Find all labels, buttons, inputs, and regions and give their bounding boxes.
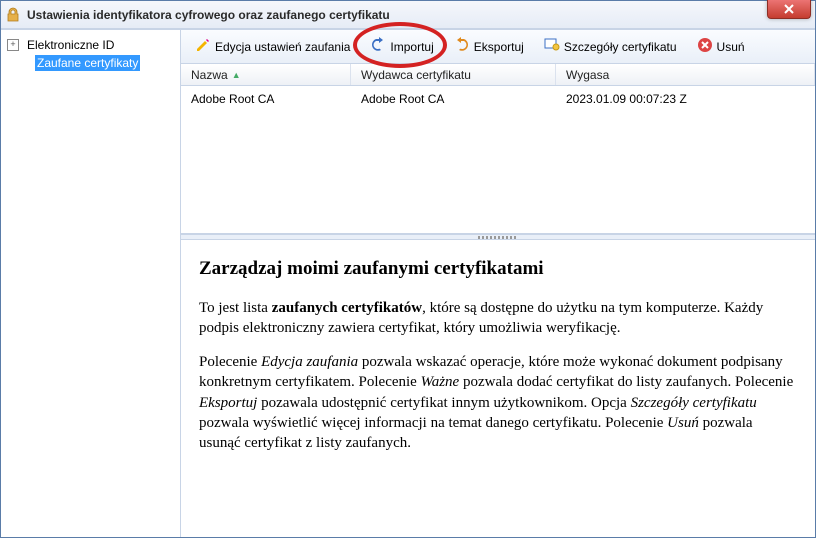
delete-label: Usuń xyxy=(717,40,745,54)
expand-icon[interactable]: + xyxy=(7,39,19,51)
details-button[interactable]: Szczegóły certyfikatu xyxy=(536,33,685,60)
certificate-icon xyxy=(544,37,560,56)
window-title: Ustawienia identyfikatora cyfrowego oraz… xyxy=(27,8,390,22)
detail-p1: To jest lista zaufanych certyfikatów, kt… xyxy=(199,298,797,339)
col-issuer-label: Wydawca certyfikatu xyxy=(361,68,471,82)
sort-asc-icon: ▲ xyxy=(232,70,241,80)
table-header: Nazwa ▲ Wydawca certyfikatu Wygasa xyxy=(181,64,815,86)
pencil-icon xyxy=(195,37,211,56)
main-panel: Edycja ustawień zaufania Importuj Ekspor… xyxy=(181,30,815,537)
edit-trust-label: Edycja ustawień zaufania xyxy=(215,40,350,54)
tree-child-label: Zaufane certyfikaty xyxy=(35,55,140,71)
detail-pane: Zarządzaj moimi zaufanymi certyfikatami … xyxy=(181,240,815,537)
detail-p2: Polecenie Edycja zaufania pozwala wskaza… xyxy=(199,352,797,453)
tree-child[interactable]: Zaufane certyfikaty xyxy=(35,56,174,70)
grip-icon xyxy=(478,236,518,239)
details-label: Szczegóły certyfikatu xyxy=(564,40,677,54)
close-button[interactable] xyxy=(767,0,811,19)
import-arrow-icon xyxy=(370,37,386,56)
delete-button[interactable]: Usuń xyxy=(689,33,753,60)
export-button[interactable]: Eksportuj xyxy=(446,33,532,60)
export-arrow-icon xyxy=(454,37,470,56)
titlebar[interactable]: Ustawienia identyfikatora cyfrowego oraz… xyxy=(1,1,815,29)
delete-icon xyxy=(697,37,713,56)
col-name-label: Nazwa xyxy=(191,68,228,82)
import-label: Importuj xyxy=(390,40,433,54)
cell-issuer: Adobe Root CA xyxy=(351,90,556,108)
col-expires-label: Wygasa xyxy=(566,68,609,82)
settings-window: Ustawienia identyfikatora cyfrowego oraz… xyxy=(0,0,816,538)
certificate-table: Nazwa ▲ Wydawca certyfikatu Wygasa Adobe… xyxy=(181,64,815,234)
table-row[interactable]: Adobe Root CA Adobe Root CA 2023.01.09 0… xyxy=(181,86,815,112)
export-label: Eksportuj xyxy=(474,40,524,54)
sidebar: + Elektroniczne ID Zaufane certyfikaty xyxy=(1,30,181,537)
detail-heading: Zarządzaj moimi zaufanymi certyfikatami xyxy=(199,256,797,282)
tree-root-label: Elektroniczne ID xyxy=(27,38,114,52)
col-name[interactable]: Nazwa ▲ xyxy=(181,64,351,85)
toolbar: Edycja ustawień zaufania Importuj Ekspor… xyxy=(181,30,815,64)
lock-icon xyxy=(5,7,21,23)
tree-root[interactable]: + Elektroniczne ID xyxy=(7,36,174,54)
col-expires[interactable]: Wygasa xyxy=(556,64,815,85)
col-issuer[interactable]: Wydawca certyfikatu xyxy=(351,64,556,85)
window-body: + Elektroniczne ID Zaufane certyfikaty E… xyxy=(1,29,815,537)
edit-trust-button[interactable]: Edycja ustawień zaufania xyxy=(187,33,358,60)
import-button[interactable]: Importuj xyxy=(362,33,441,60)
cell-expires: 2023.01.09 00:07:23 Z xyxy=(556,90,815,108)
cell-name: Adobe Root CA xyxy=(181,90,351,108)
